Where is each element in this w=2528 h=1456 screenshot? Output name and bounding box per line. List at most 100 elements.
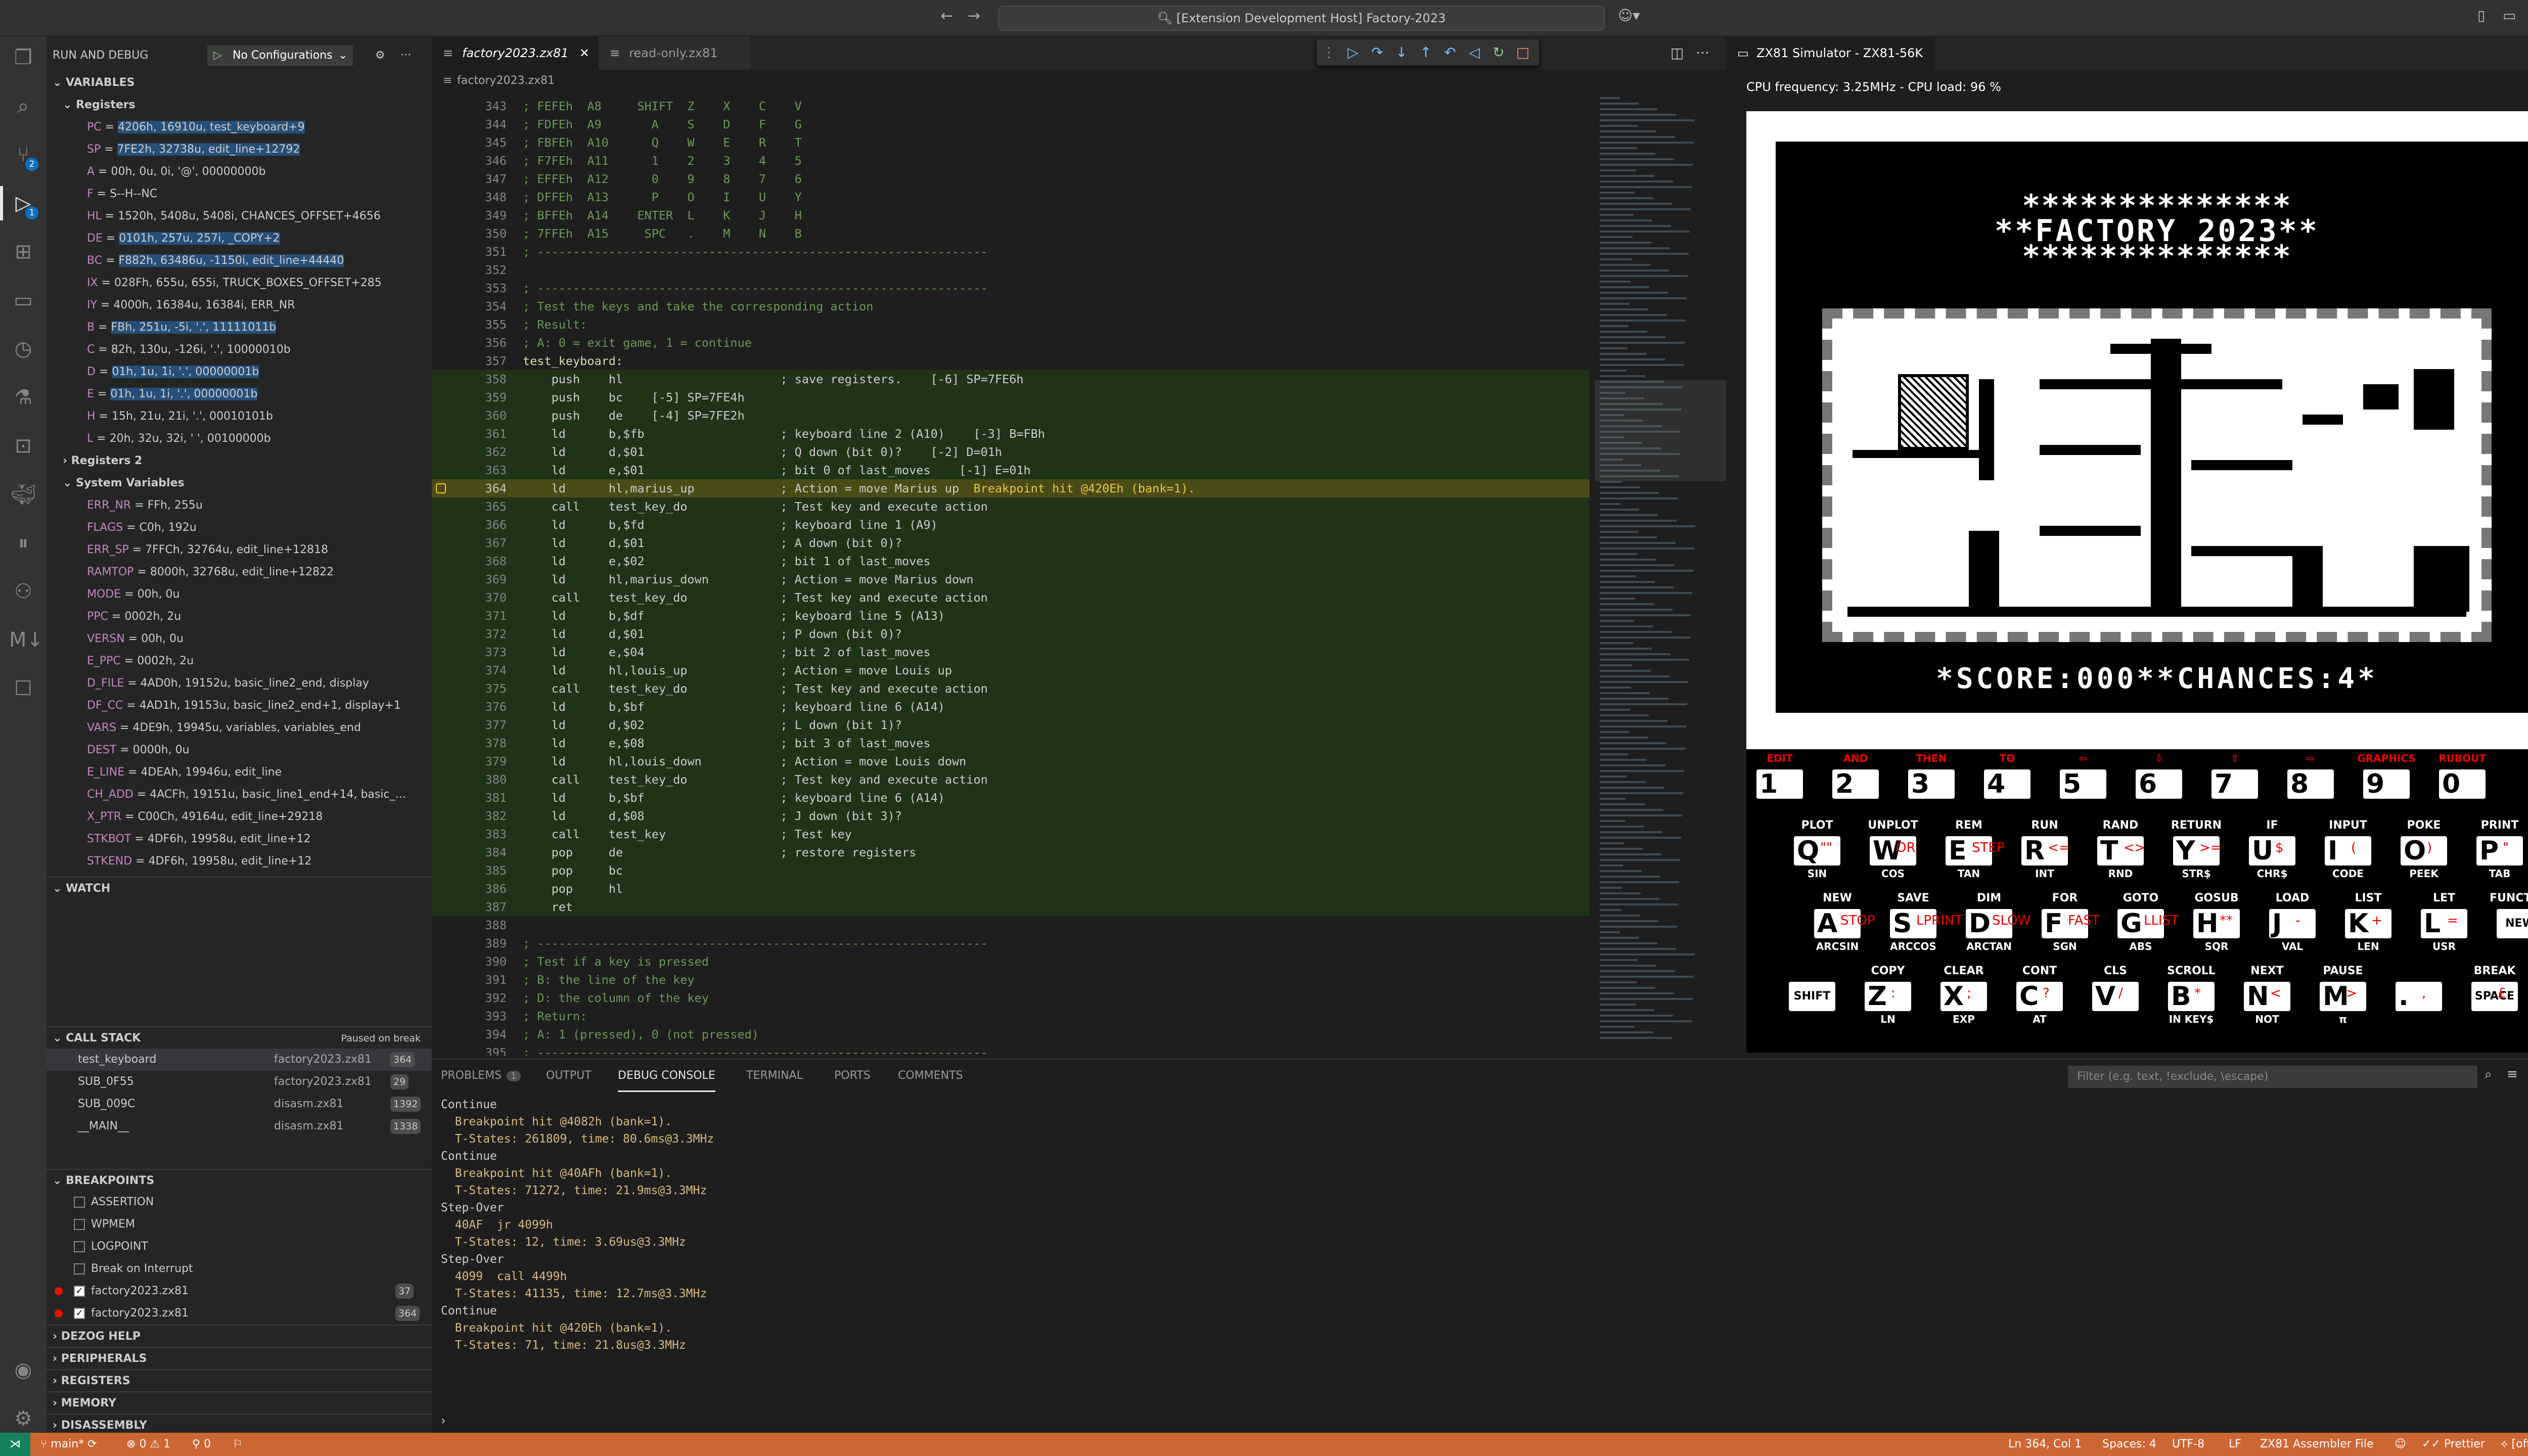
code-line[interactable]: 391 ; B: the line of the key — [432, 971, 1590, 989]
step-back-icon[interactable]: ↶ — [1438, 39, 1462, 66]
code-line[interactable]: 378 ld e,$08 ; bit 3 of last_moves — [432, 734, 1590, 752]
remote-explorer-icon[interactable]: ▭ — [9, 286, 37, 314]
callstack-section-header[interactable]: ⌄ CALL STACK Paused on break — [47, 1026, 432, 1049]
code-line[interactable]: 365 call test_key_do ; Test key and exec… — [432, 497, 1590, 516]
breakpoint-checkbox[interactable]: ✓ — [74, 1286, 85, 1297]
source-control-icon[interactable]: ⑂ 2 — [9, 141, 38, 171]
sysvar-row[interactable]: STKBOT = 4DF6h, 19958u, edit_line+12 — [47, 828, 432, 850]
remote-indicator[interactable]: ⋊ — [0, 1433, 30, 1456]
zx81-screen[interactable]: ************** **FACTORY 2023** ********… — [1746, 111, 2528, 753]
collapsed-section-header[interactable]: › DISASSEMBLY — [47, 1414, 432, 1433]
toggle-panel-icon[interactable]: ▭ — [2503, 7, 2516, 24]
panel-tab[interactable]: COMMENTS — [898, 1060, 963, 1092]
zx81-key[interactable]: AND 2 — [1825, 749, 1886, 802]
zx81-key[interactable]: PAUSE M > π — [2313, 962, 2373, 1025]
account-icon[interactable]: ◉ — [9, 1356, 37, 1384]
timeline-icon[interactable]: ◷ — [9, 335, 37, 363]
code-line[interactable]: 388 — [432, 916, 1590, 934]
code-line[interactable]: 389 ; -----------------------------------… — [432, 934, 1590, 952]
console-filter-input[interactable]: Filter (e.g. text, !exclude, \escape) — [2068, 1066, 2477, 1088]
zx81-key[interactable]: ⇦ 5 — [2053, 749, 2113, 802]
register-row[interactable]: DE = 0101h, 257u, 257i, _COPY+2 — [47, 228, 432, 250]
reverse-continue-icon[interactable]: ◁ — [1462, 39, 1486, 66]
run-debug-icon[interactable]: ▷ 1 — [0, 186, 38, 220]
sysvar-row[interactable]: FLAGS = C0h, 192u — [47, 517, 432, 539]
code-line[interactable]: 362 ld d,$01 ; Q down (bit 0)? [-2] D=01… — [432, 443, 1590, 461]
register-row[interactable]: B = FBh, 251u, -5i, '.', 11111011b — [47, 316, 432, 339]
code-line[interactable]: 358 push hl ; save registers. [-6] SP=7F… — [432, 370, 1590, 388]
sysvar-row[interactable]: DF_CC = 4AD1h, 19153u, basic_line2_end+1… — [47, 695, 432, 717]
split-editor-icon[interactable]: ◫ — [1671, 44, 1684, 61]
zx81-key[interactable]: PLOT Q "" SIN — [1787, 816, 1847, 880]
drag-handle-icon[interactable]: ⋮ — [1317, 39, 1341, 66]
minimap[interactable] — [1595, 97, 1726, 1058]
breakpoint-checkbox[interactable] — [74, 1197, 85, 1208]
code-line[interactable]: 351 ; -----------------------------------… — [432, 243, 1590, 261]
breakpoint-checkbox[interactable]: ✓ — [74, 1308, 85, 1319]
cursor-position[interactable]: Ln 364, Col 1 — [2008, 1433, 2082, 1456]
collapsed-section-header[interactable]: › MEMORY — [47, 1391, 432, 1414]
code-line[interactable]: 380 call test_key_do ; Test key and exec… — [432, 770, 1590, 789]
sysvar-row[interactable]: VARS = 4DE9h, 19945u, variables, variabl… — [47, 717, 432, 739]
breakpoint-item[interactable]: ✓ factory2023.zx81 364 — [47, 1302, 432, 1325]
zx81-key[interactable]: RETURN Y >= STR$ — [2166, 816, 2227, 880]
continue-icon[interactable]: ▷ — [1341, 39, 1365, 66]
sysvar-row[interactable]: D_FILE = 4AD0h, 19152u, basic_line2_end,… — [47, 672, 432, 695]
code-line[interactable]: 352 — [432, 261, 1590, 279]
zx81-key[interactable]: REM E STEP TAN — [1938, 816, 2005, 880]
zx81-key[interactable]: BREAK SPACE £ — [2464, 962, 2525, 1014]
sysvar-row[interactable]: ERR_NR = FFh, 255u — [47, 494, 432, 517]
zx81-key[interactable]: NEW A STOP ARCSIN — [1807, 889, 1875, 952]
feedback-icon[interactable]: ☺ — [2395, 1433, 2406, 1456]
prettier-indicator[interactable]: ✓✓ Prettier — [2422, 1433, 2485, 1456]
zx81-key[interactable]: SAVE S LPRINT ARCCOS — [1883, 889, 1962, 952]
sysvar-row[interactable]: MODE = 00h, 0u — [47, 583, 432, 606]
debug-launch-icon[interactable]: ⚐ — [233, 1433, 243, 1456]
code-line[interactable]: 347 ; EFFEh A12 0 9 8 7 6 — [432, 170, 1590, 188]
code-line[interactable]: 364 ld hl,marius_up ; Action = move Mari… — [432, 479, 1590, 497]
code-line[interactable]: 359 push bc [-5] SP=7FE4h — [432, 388, 1590, 406]
pause-icon[interactable]: ⏸︎ — [9, 529, 37, 557]
code-line[interactable]: 379 ld hl,louis_down ; Action = move Lou… — [432, 752, 1590, 770]
code-line[interactable]: 350 ; 7FFEh A15 SPC . M N B — [432, 224, 1590, 243]
sysvar-row[interactable]: E_LINE = 4DEAh, 19946u, edit_line — [47, 761, 432, 784]
callstack-frame[interactable]: SUB_009C disasm.zx81 1392 — [47, 1093, 432, 1115]
sysvars-node[interactable]: ⌄ System Variables — [47, 472, 432, 494]
zx81-key[interactable]: COPY Z: LN — [1858, 962, 1918, 1025]
branch-indicator[interactable]: ⑂ main* ⟳ — [40, 1433, 97, 1456]
more-icon[interactable]: ··· — [400, 41, 411, 70]
breakpoints-section-header[interactable]: ⌄ BREAKPOINTS — [47, 1169, 432, 1191]
breakpoint-item[interactable]: ✓ factory2023.zx81 37 — [47, 1280, 432, 1302]
code-line[interactable]: 348 ; DFFEh A13 P O I U Y — [432, 188, 1590, 206]
zx81-key[interactable]: ⇧ 7 — [2204, 749, 2265, 802]
code-line[interactable]: 367 ld d,$01 ; A down (bit 0)? — [432, 534, 1590, 552]
zx81-key[interactable]: ., — [2388, 962, 2449, 1014]
zx81-key[interactable]: TO 4 — [1977, 749, 2038, 802]
gear-icon[interactable]: ⚙ — [375, 41, 385, 70]
watch-section-header[interactable]: ⌄ WATCH — [47, 877, 432, 899]
code-line[interactable]: 381 ld b,$bf ; keyboard line 6 (A14) — [432, 789, 1590, 807]
sysvar-row[interactable]: DEST = 0000h, 0u — [47, 739, 432, 761]
code-line[interactable]: 371 ld b,$df ; keyboard line 5 (A13) — [432, 607, 1590, 625]
breadcrumb[interactable]: ≡ factory2023.zx81 — [432, 70, 1726, 92]
zx81-key[interactable]: THEN 3 — [1901, 749, 1962, 802]
breakpoint-checkbox[interactable] — [74, 1219, 85, 1230]
step-into-icon[interactable]: ↓ — [1389, 39, 1414, 66]
code-line[interactable]: 376 ld b,$bf ; keyboard line 6 (A14) — [432, 698, 1590, 716]
language-mode[interactable]: ZX81 Assembler File — [2260, 1433, 2374, 1456]
toggle-sidebar-icon[interactable]: ▯ — [2477, 7, 2485, 24]
code-line[interactable]: 377 ld d,$02 ; L down (bit 1)? — [432, 716, 1590, 734]
search-icon[interactable]: ⌕ — [2485, 1067, 2492, 1082]
zx81-key[interactable]: CONT C? AT — [2009, 962, 2070, 1025]
code-line[interactable]: 385 pop bc — [432, 861, 1590, 880]
clear-console-icon[interactable]: ≡ — [2507, 1067, 2518, 1082]
collapsed-section-header[interactable]: › DEZOG HELP — [47, 1325, 432, 1347]
register-row[interactable]: BC = F882h, 63486u, -1150i, edit_line+44… — [47, 250, 432, 272]
copilot-icon[interactable]: ☺▾ — [1618, 7, 1640, 24]
variables-section-header[interactable]: ⌄ VARIABLES — [47, 72, 432, 94]
zx81-key[interactable]: SHIFT — [1782, 962, 1842, 1014]
zx81-key[interactable]: POKE O) PEEK — [2394, 816, 2454, 880]
code-line[interactable]: 346 ; F7FEh A11 1 2 3 4 5 — [432, 152, 1590, 170]
eol[interactable]: LF — [2229, 1433, 2241, 1456]
code-line[interactable]: 343 ; FEFEh A8 SHIFT Z X C V — [432, 97, 1590, 115]
